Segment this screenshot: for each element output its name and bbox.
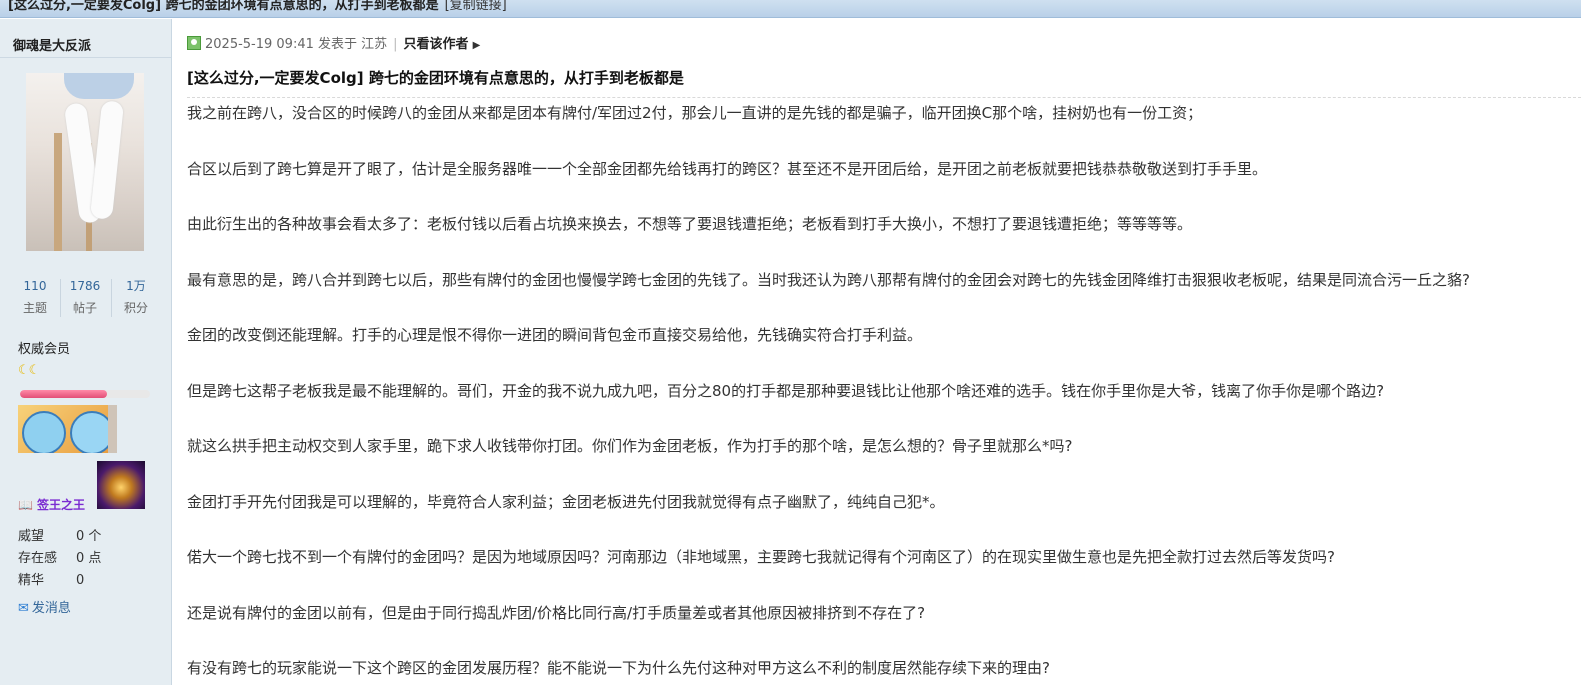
send-message-link[interactable]: ✉ 发消息 xyxy=(18,597,71,616)
stat-posts-value: 1786 xyxy=(69,279,101,293)
info-value: 0 点 xyxy=(76,551,102,566)
stat-posts-label: 帖子 xyxy=(72,301,97,315)
medal-badge-icon[interactable] xyxy=(97,461,145,509)
info-key: 威望 xyxy=(18,529,45,544)
stat-points-value: 1万 xyxy=(126,279,146,293)
post-title: [这么过分,一定要发Colg] 跨七的金团环境有点意思的，从打手到老板都是 xyxy=(187,69,684,87)
author-name[interactable]: 御魂是大反派 xyxy=(13,35,91,54)
post-paragraph: 最有意思的是，跨八合并到跨七以后，那些有牌付的金团也慢慢学跨七金团的先钱了。当时… xyxy=(187,271,1470,289)
post-paragraph: 合区以后到了跨七算是开了眼了，估计是全服务器唯一一个全部金团都先给钱再打的跨区？… xyxy=(187,160,1268,178)
page-title-bar: [这么过分,一定要发Colg] 跨七的金团环境有点意思的，从打手到老板都是 [复制… xyxy=(0,0,1581,18)
triangle-right-icon: ▶ xyxy=(472,40,481,51)
post-paragraph: 但是跨七这帮子老板我是最不能理解的。哥们，开金的我不说九成九吧，百分之80的打手… xyxy=(187,382,1385,400)
post-location: 发表于 江苏 xyxy=(318,37,388,52)
stat-topics-label: 主题 xyxy=(22,301,47,315)
stat-points[interactable]: 1万 积分 xyxy=(111,277,161,317)
post-paragraph: 还是说有牌付的金团以前有，但是由于同行捣乱炸团/价格比同行高/打手质量差或者其他… xyxy=(187,604,926,622)
rank-title[interactable]: 权威会员 xyxy=(18,338,70,357)
divider: | xyxy=(393,37,398,52)
post-paragraph: 由此衍生出的各种故事会看太多了：老板付钱以后看占坑换来换去，不想等了要退钱遭拒绝… xyxy=(187,215,1193,233)
post-date: 2025-5-19 09:41 xyxy=(205,37,314,52)
info-value: 0 个 xyxy=(76,529,102,544)
avatar[interactable] xyxy=(26,73,144,251)
medal-label[interactable]: 📖 签王之王 xyxy=(18,496,85,513)
copy-link[interactable]: [复制链接] xyxy=(445,0,507,13)
post-content: 2025-5-19 09:41 发表于 江苏 | 只看该作者 ▶ [这么过分,一定要发… xyxy=(172,19,1581,685)
info-key: 精华 xyxy=(18,573,45,588)
send-message-label: 发消息 xyxy=(31,601,71,616)
info-key: 存在感 xyxy=(18,551,58,566)
book-icon: 📖 xyxy=(18,498,33,512)
user-icon xyxy=(187,36,201,50)
info-presence: 存在感 0 点 xyxy=(18,547,101,566)
rank-progress-fill xyxy=(20,390,108,398)
post-paragraph: 金团打手开先付团我是可以理解的，毕竟符合人家利益；金团老板进先付团我就觉得有点子… xyxy=(187,493,945,511)
stat-topics-value: 110 xyxy=(23,279,47,293)
medal-image[interactable] xyxy=(18,405,117,453)
moon-icon: ☾☾ xyxy=(18,363,40,378)
rank-progress-bar xyxy=(20,390,150,398)
stat-topics[interactable]: 110 主题 xyxy=(10,277,60,317)
post-meta: 2025-5-19 09:41 发表于 江苏 | 只看该作者 ▶ xyxy=(187,33,480,52)
thread-title-top: [这么过分,一定要发Colg] 跨七的金团环境有点意思的，从打手到老板都是 xyxy=(8,0,439,13)
author-stats: 110 主题 1786 帖子 1万 积分 xyxy=(10,277,160,321)
envelope-icon: ✉ xyxy=(18,601,29,616)
stat-points-label: 积分 xyxy=(123,301,148,315)
post-paragraph: 我之前在跨八，没合区的时候跨八的金团从来都是团本有牌付/军团过2付，那会儿一直讲… xyxy=(187,104,1203,122)
post-paragraph: 就这么拱手把主动权交到人家手里，跪下求人收钱带你打团。你们作为金团老板，作为打手… xyxy=(187,437,1073,455)
divider xyxy=(0,57,171,58)
stat-posts[interactable]: 1786 帖子 xyxy=(60,277,110,317)
medal-name: 签王之王 xyxy=(36,498,85,512)
info-essence: 精华 0 xyxy=(18,569,84,588)
post-paragraph: 偌大一个跨七找不到一个有牌付的金团吗？是因为地域原因吗？河南那边（非地域黑，主要… xyxy=(187,548,1335,566)
divider xyxy=(187,97,1581,98)
info-prestige: 威望 0 个 xyxy=(18,525,101,544)
only-author-link[interactable]: 只看该作者 xyxy=(404,37,469,52)
author-sidebar: 御魂是大反派 110 主题 1786 帖子 1万 积分 权威会员 ☾☾ 📖 签王… xyxy=(0,19,172,685)
post-paragraph: 有没有跨七的玩家能说一下这个跨区的金团发展历程？能不能说一下为什么先付这种对甲方… xyxy=(187,659,1050,677)
info-value: 0 xyxy=(76,573,85,588)
post-paragraph: 金团的改变倒还能理解。打手的心理是恨不得你一进团的瞬间背包金币直接交易给他，先钱… xyxy=(187,326,923,344)
